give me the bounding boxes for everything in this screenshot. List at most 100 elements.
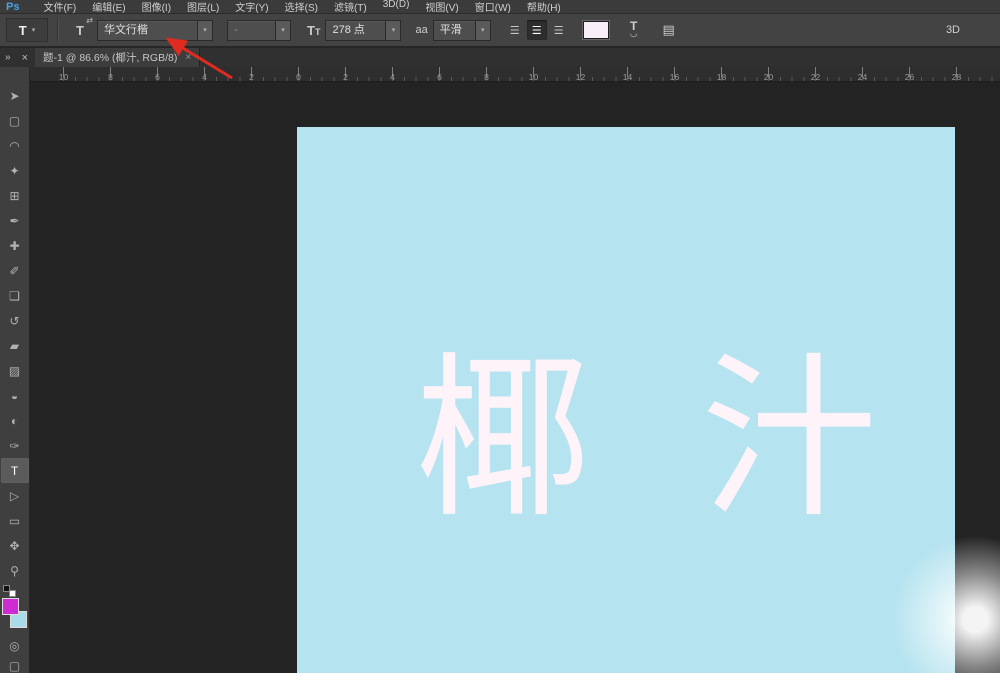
chevron-down-icon: ▾ [203, 26, 207, 34]
font-style-value[interactable]: - [228, 21, 275, 40]
chevron-down-icon: ▾ [32, 26, 36, 34]
align-right-button[interactable]: ☰ [549, 20, 569, 40]
blur-tool[interactable]: ◒ [1, 383, 29, 408]
quick-mask-button[interactable]: ◎ [9, 639, 19, 653]
align-left-button[interactable]: ☰ [505, 20, 525, 40]
anti-alias-dropdown-button[interactable]: ▾ [475, 21, 490, 40]
ruler-number: 16 [651, 71, 698, 84]
ruler-number: 4 [369, 71, 416, 84]
menu-item[interactable]: 文字(Y) [227, 0, 276, 14]
zoom-tool[interactable]: ⚲ [1, 558, 29, 583]
horizontal-ruler: 1086420246810121416182022242628 [30, 67, 1000, 82]
ruler-number: 8 [87, 71, 134, 84]
app-logo: Ps [6, 1, 19, 13]
ruler-number: 14 [604, 71, 651, 84]
eraser-tool[interactable]: ▰ [1, 333, 29, 358]
menu-item[interactable]: 窗口(W) [467, 0, 519, 14]
menu-item[interactable]: 图层(L) [179, 0, 227, 14]
type-tool-icon: T [19, 23, 27, 38]
orientation-arrows-icon: ⇄ [86, 16, 93, 25]
menu-item[interactable]: 帮助(H) [519, 0, 569, 14]
color-swatches [0, 597, 30, 633]
shape-tool[interactable]: ▭ [1, 508, 29, 533]
menu-item[interactable]: 视图(V) [417, 0, 466, 14]
marquee-tool[interactable]: ▢ [1, 108, 29, 133]
move-tool[interactable]: ➤ [1, 83, 29, 108]
ruler-number: 8 [463, 71, 510, 84]
menu-item[interactable]: 选择(S) [277, 0, 326, 14]
clone-stamp-tool[interactable]: ❏ [1, 283, 29, 308]
font-style-select[interactable]: - ▾ [227, 20, 291, 41]
font-size-select[interactable]: 278 点 ▾ [325, 20, 401, 41]
text-color-swatch[interactable] [583, 21, 609, 39]
menu-item[interactable]: 滤镜(T) [326, 0, 375, 14]
menu-bar: Ps 文件(F)编辑(E)图像(I)图层(L)文字(Y)选择(S)滤镜(T)3D… [0, 0, 1000, 14]
chevron-down-icon: ▾ [281, 26, 285, 34]
ruler-number: 26 [886, 71, 933, 84]
healing-brush-tool[interactable]: ✚ [1, 233, 29, 258]
quick-selection-tool[interactable]: ✦ [1, 158, 29, 183]
menu-item[interactable]: 3D(D) [375, 0, 418, 14]
threed-label: 3D [946, 24, 960, 36]
menu-item[interactable]: 文件(F) [35, 0, 84, 14]
foreground-color-swatch[interactable] [2, 598, 19, 615]
brush-tool[interactable]: ✐ [1, 258, 29, 283]
tool-preset-picker[interactable]: T ▾ [6, 18, 48, 42]
font-size-icon: TT [307, 24, 320, 37]
default-colors-icon[interactable] [3, 585, 16, 597]
align-center-button[interactable]: ☰ [527, 20, 547, 40]
font-size-value[interactable]: 278 点 [326, 21, 385, 40]
panels-icon: ▤ [663, 22, 675, 38]
font-family-value[interactable]: 华文行楷 [98, 21, 197, 40]
font-style-dropdown-button[interactable]: ▾ [275, 21, 290, 40]
anti-alias-select[interactable]: 平滑 ▾ [433, 20, 491, 41]
font-size-dropdown-button[interactable]: ▾ [385, 21, 400, 40]
chevron-down-icon: ▾ [392, 26, 396, 34]
anti-alias-value[interactable]: 平滑 [434, 21, 475, 40]
options-bar: T ▾ T ⇄ 华文行楷 ▾ - ▾ TT 278 点 ▾ aa 平滑 ▾ ☰☰… [0, 14, 1000, 47]
align-lines-icon: ☰ [554, 24, 564, 37]
path-selection-tool[interactable]: ▷ [1, 483, 29, 508]
tab-close-icon[interactable]: × [185, 52, 191, 63]
canvas-document[interactable]: 椰汁 [297, 127, 955, 673]
text-orientation-button[interactable]: T ⇄ [67, 19, 93, 41]
text-align-buttons: ☰ ☰ ☰ [505, 20, 569, 40]
panel-collapse-icon[interactable]: » [5, 52, 11, 63]
tool-list: ➤▢◠✦⊞✒✚✐❏↺▰▨◒◐✑T▷▭✥⚲ [1, 83, 29, 583]
warp-text-button[interactable]: T ◡ [623, 19, 645, 41]
eyedropper-tool[interactable]: ✒ [1, 208, 29, 233]
type-tool[interactable]: T [1, 458, 29, 483]
canvas-area: 椰汁 [30, 82, 1000, 673]
history-brush-tool[interactable]: ↺ [1, 308, 29, 333]
document-tab[interactable]: 题-1 @ 86.6% (椰汁, RGB/8) × [35, 48, 200, 67]
chevron-down-icon: ▾ [481, 26, 485, 34]
ruler-number: 28 [933, 71, 980, 84]
ruler-number: 6 [134, 71, 181, 84]
ruler-number: 2 [228, 71, 275, 84]
lasso-tool[interactable]: ◠ [1, 133, 29, 158]
pen-tool[interactable]: ✑ [1, 433, 29, 458]
tab-title: 题-1 @ 86.6% (椰汁, RGB/8) [43, 50, 177, 65]
toggle-panels-button[interactable]: ▤ [657, 20, 681, 40]
font-family-select[interactable]: 华文行楷 ▾ [97, 20, 213, 41]
align-lines-icon: ☰ [532, 24, 542, 37]
ruler-number: 0 [275, 71, 322, 84]
screen-mode-button[interactable]: ▢ [9, 659, 20, 673]
divider [57, 18, 58, 42]
dodge-tool[interactable]: ◐ [1, 408, 29, 433]
orientation-t-icon: T [76, 23, 84, 38]
menu-items: 文件(F)编辑(E)图像(I)图层(L)文字(Y)选择(S)滤镜(T)3D(D)… [35, 0, 568, 14]
close-icon[interactable]: × [22, 52, 28, 64]
menu-item[interactable]: 编辑(E) [84, 0, 133, 14]
ruler-number: 10 [510, 71, 557, 84]
ruler-number: 22 [792, 71, 839, 84]
ruler-number: 18 [698, 71, 745, 84]
hand-tool[interactable]: ✥ [1, 533, 29, 558]
anti-alias-icon: aa [415, 24, 427, 36]
menu-item[interactable]: 图像(I) [134, 0, 179, 14]
font-family-dropdown-button[interactable]: ▾ [197, 21, 212, 40]
gradient-tool[interactable]: ▨ [1, 358, 29, 383]
ruler-number: 2 [322, 71, 369, 84]
crop-tool[interactable]: ⊞ [1, 183, 29, 208]
ruler-number: 12 [557, 71, 604, 84]
